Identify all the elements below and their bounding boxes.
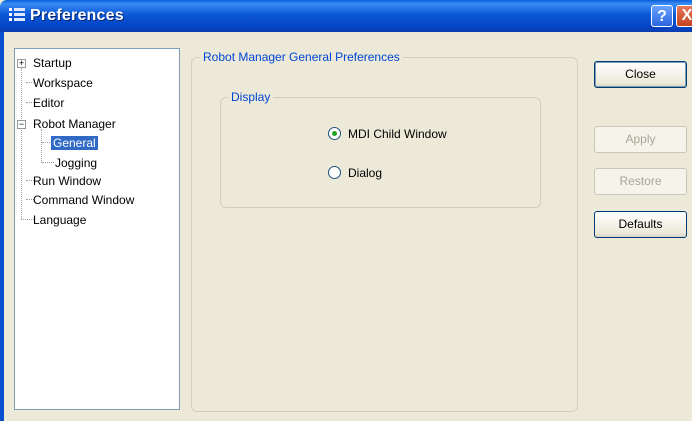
restore-button[interactable]: Restore: [594, 168, 687, 195]
help-button[interactable]: ?: [651, 5, 673, 27]
tree-item-language[interactable]: Language: [31, 212, 88, 228]
tree-item-label: Run Window: [33, 174, 102, 188]
preferences-tree[interactable]: + − Startup Workspace Editor Robot Manag…: [14, 48, 180, 410]
window-title: Preferences: [30, 7, 124, 24]
expand-icon[interactable]: +: [17, 59, 26, 68]
radio-label: MDI Child Window: [348, 127, 447, 141]
tree-item-robot-manager[interactable]: Robot Manager: [31, 116, 118, 132]
tree-item-startup[interactable]: Startup: [31, 55, 74, 71]
tree-item-workspace[interactable]: Workspace: [31, 75, 95, 91]
tree-item-general[interactable]: General: [51, 135, 98, 151]
tree-connector: [41, 129, 42, 163]
tree-item-label: Workspace: [33, 76, 93, 90]
radio-label: Dialog: [348, 166, 383, 180]
tree-connector: [21, 63, 22, 219]
tree-item-command-window[interactable]: Command Window: [31, 192, 136, 208]
tree-item-label: Startup: [33, 56, 72, 70]
display-group-title: Display: [228, 90, 274, 104]
tree-item-label: Editor: [33, 96, 65, 110]
title-bar[interactable]: Preferences ? X: [0, 0, 692, 32]
tree-item-label: Robot Manager: [33, 117, 116, 131]
tree-item-editor[interactable]: Editor: [31, 95, 66, 111]
app-icon: [9, 8, 25, 21]
collapse-icon[interactable]: −: [17, 120, 26, 129]
radio-selected-icon[interactable]: [328, 127, 341, 140]
window-frame: [0, 32, 4, 421]
tree-item-label: Language: [33, 213, 87, 227]
radio-unselected-icon[interactable]: [328, 166, 341, 179]
close-window-button[interactable]: X: [676, 5, 692, 27]
display-group: [220, 97, 541, 208]
tree-item-run-window[interactable]: Run Window: [31, 173, 103, 189]
tree-item-jogging[interactable]: Jogging: [53, 155, 99, 171]
close-button[interactable]: Close: [594, 61, 687, 88]
apply-button[interactable]: Apply: [594, 126, 687, 153]
preferences-window: Preferences ? X + − Startup Workspace Ed…: [0, 0, 692, 421]
tree-item-label: General: [51, 136, 98, 150]
defaults-button[interactable]: Defaults: [594, 211, 687, 238]
tree-item-label: Jogging: [55, 156, 98, 170]
group-title: Robot Manager General Preferences: [200, 50, 403, 64]
tree-item-label: Command Window: [33, 193, 135, 207]
